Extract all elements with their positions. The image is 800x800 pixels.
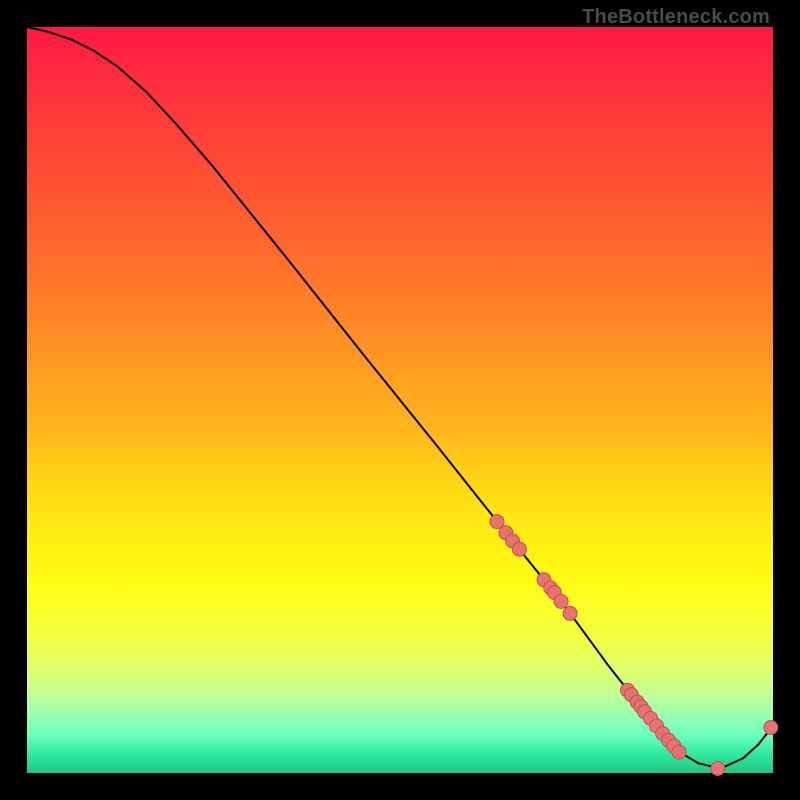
plot-area xyxy=(27,27,773,773)
watermark-text: TheBottleneck.com xyxy=(582,6,770,29)
chart-frame: TheBottleneck.com xyxy=(0,0,800,800)
